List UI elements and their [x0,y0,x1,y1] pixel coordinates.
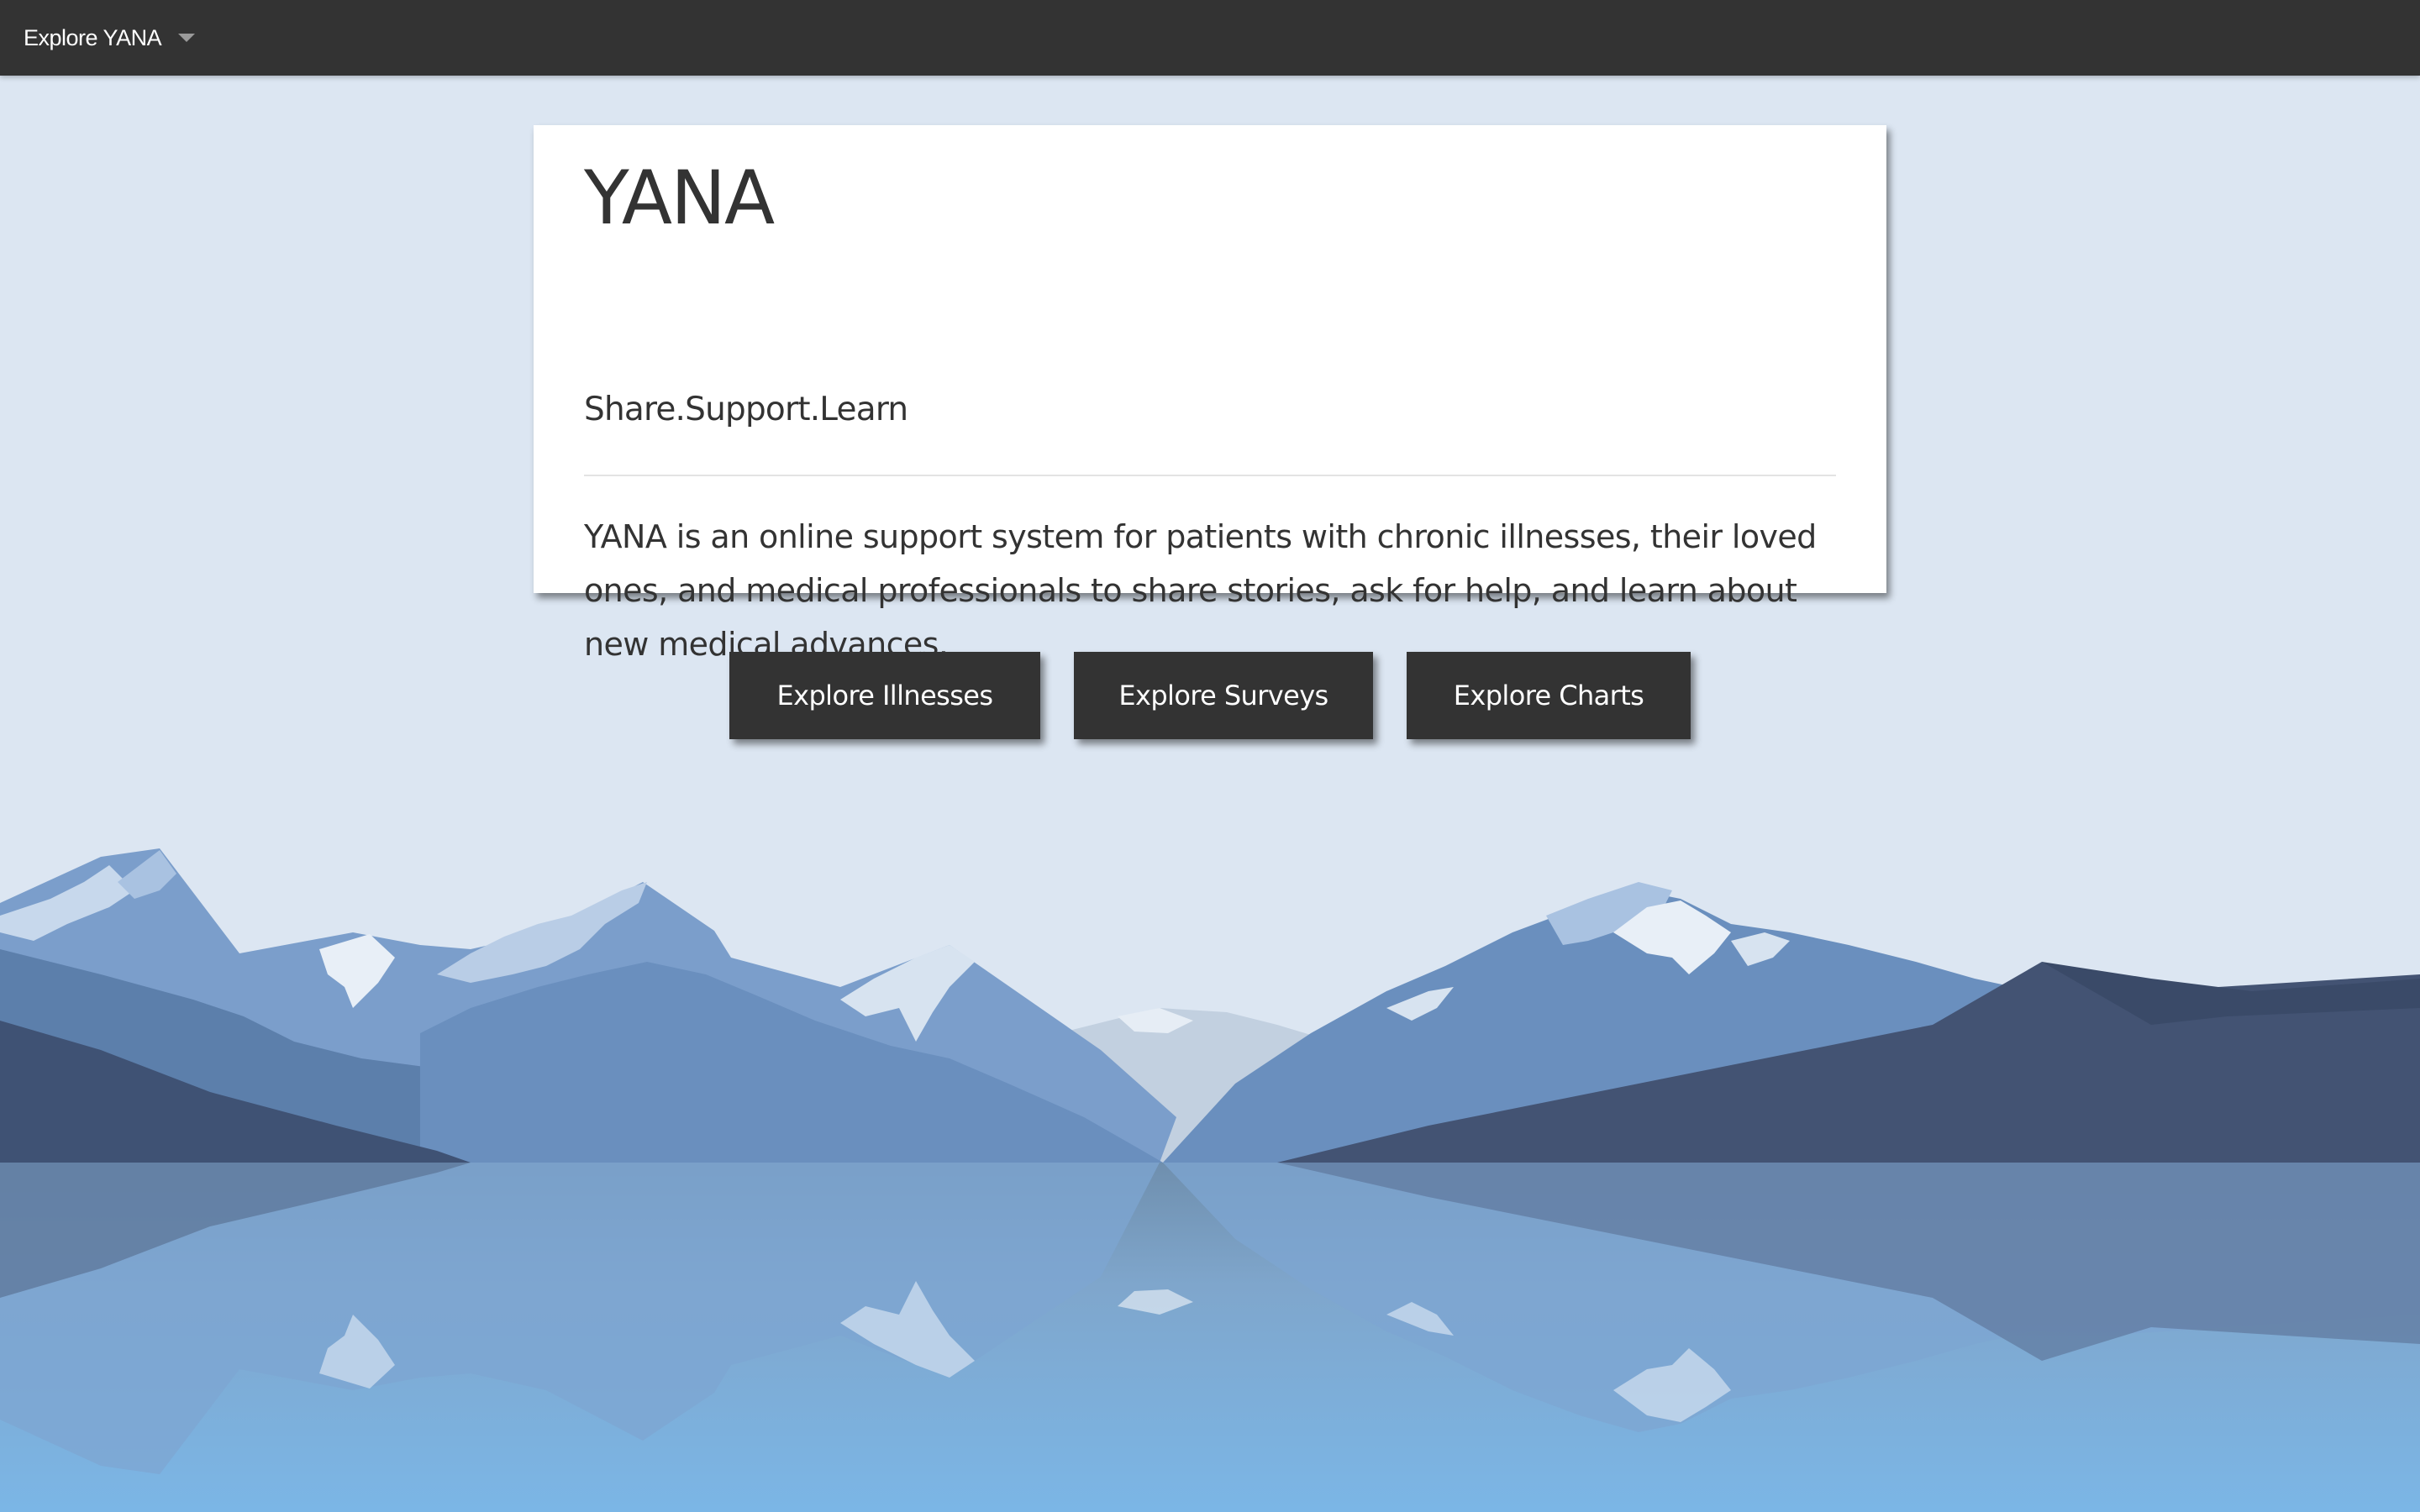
tagline: Share.Support.Learn [584,391,908,428]
landing-page: Explore YANA YANA Share.Support.Learn YA… [0,0,2420,1512]
page-title: YANA [584,155,775,241]
top-navbar: Explore YANA [0,0,2420,76]
explore-illnesses-button[interactable]: Explore Illnesses [729,652,1040,739]
description-text: YANA is an online support system for pat… [584,518,1817,663]
divider [584,475,1836,476]
caret-down-icon [178,34,196,42]
explore-surveys-button[interactable]: Explore Surveys [1074,652,1373,739]
hero-card: YANA Share.Support.Learn YANA is an onli… [534,125,1886,663]
explore-charts-button[interactable]: Explore Charts [1407,652,1691,739]
explore-yana-menu[interactable]: Explore YANA [24,20,196,55]
explore-yana-menu-label: Explore YANA [24,24,162,50]
